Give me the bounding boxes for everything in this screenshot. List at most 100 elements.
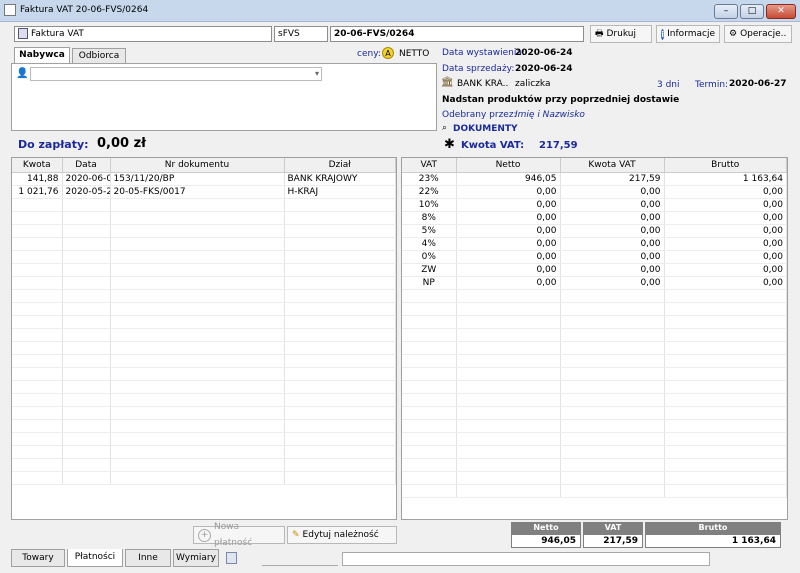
printer-icon: 🖶 xyxy=(595,29,604,39)
new-payment-label: Nowa płatność xyxy=(213,522,253,548)
vat-table[interactable]: VAT Netto Kwota VAT Brutto 23% 946,05 217,… xyxy=(401,157,788,520)
info-label: Informacje xyxy=(667,29,715,39)
tab-buyer[interactable]: Nabywca xyxy=(14,47,70,64)
table-row[interactable]: NP 0,00 0,00 0,00 xyxy=(402,276,787,290)
vat-gross: 0,00 xyxy=(664,237,787,251)
payment-docnum: 20-05-FKS/0017 xyxy=(110,185,285,199)
payment-docnum: 153/11/20/BP xyxy=(110,172,285,186)
vat-rate: 8% xyxy=(402,211,457,225)
vat-rate: 22% xyxy=(402,185,457,199)
tab-receiver[interactable]: Odbiorca xyxy=(72,48,126,64)
payments-col-dept[interactable]: Dział xyxy=(284,158,396,173)
table-row[interactable]: 23% 946,05 217,59 1 163,64 xyxy=(402,172,787,186)
status-field-2 xyxy=(342,552,710,566)
received-by-label: Odebrany przez: xyxy=(442,110,517,120)
tab-products[interactable]: Towary xyxy=(11,549,65,567)
table-row[interactable]: 141,88 2020-06-01 153/11/20/BP BANK KRAJ… xyxy=(12,172,396,186)
binoculars-icon: ⌕ xyxy=(442,123,448,133)
series-field[interactable]: sFVS xyxy=(274,26,328,42)
payment-method[interactable]: zaliczka xyxy=(515,79,550,89)
edit-due-button[interactable]: ✎ Edytuj należność xyxy=(287,526,397,544)
payments-col-date[interactable]: Data xyxy=(62,158,111,173)
table-row[interactable]: 8% 0,00 0,00 0,00 xyxy=(402,211,787,225)
description-text[interactable]: Nadstan produktów przy poprzedniej dosta… xyxy=(442,95,679,105)
vat-rate: 23% xyxy=(402,172,457,186)
vat-rate: 5% xyxy=(402,224,457,238)
payment-date: 2020-06-01 xyxy=(62,172,111,186)
vat-amount: 0,00 xyxy=(560,263,665,277)
table-row[interactable]: 5% 0,00 0,00 0,00 xyxy=(402,224,787,238)
vat-net: 0,00 xyxy=(456,250,561,264)
vat-amount: 0,00 xyxy=(560,237,665,251)
documents-link[interactable]: DOKUMENTY xyxy=(453,124,518,134)
document-type-icon xyxy=(18,28,28,39)
vat-amount: 0,00 xyxy=(560,211,665,225)
minimize-button[interactable]: – xyxy=(714,4,738,19)
received-by-value[interactable]: Imię i Nazwisko xyxy=(515,110,585,120)
document-type-field[interactable]: Faktura VAT xyxy=(14,26,272,42)
sale-date-value[interactable]: 2020-06-24 xyxy=(515,64,573,74)
summary-vat-value: 217,59 xyxy=(583,534,643,548)
vat-col-gross[interactable]: Brutto xyxy=(664,158,787,173)
vat-header-row: VAT Netto Kwota VAT Brutto xyxy=(402,158,787,173)
to-pay-label: Do zapłaty: xyxy=(18,138,89,151)
vat-net: 0,00 xyxy=(456,211,561,225)
issue-date-value[interactable]: 2020-06-24 xyxy=(515,48,573,58)
table-row[interactable]: 22% 0,00 0,00 0,00 xyxy=(402,185,787,199)
tab-payments[interactable]: Płatności xyxy=(67,549,123,567)
payments-col-docnum[interactable]: Nr dokumentu xyxy=(110,158,285,173)
vat-amount: 0,00 xyxy=(560,250,665,264)
vat-rate: 10% xyxy=(402,198,457,212)
window-title-bar: Faktura VAT 20-06-FVS/0264 – □ ✕ xyxy=(0,0,800,22)
table-row[interactable]: 0% 0,00 0,00 0,00 xyxy=(402,250,787,264)
vat-amount-label: Kwota VAT: xyxy=(461,140,525,151)
bank-icon: 🏛 xyxy=(441,77,454,88)
calculator-icon[interactable] xyxy=(226,552,237,564)
table-row[interactable]: 10% 0,00 0,00 0,00 xyxy=(402,198,787,212)
operations-label: Operacje.. xyxy=(740,29,787,39)
vat-rate: 0% xyxy=(402,250,457,264)
close-button[interactable]: ✕ xyxy=(766,4,796,19)
payments-col-amount[interactable]: Kwota xyxy=(12,158,63,173)
vat-net: 946,05 xyxy=(456,172,561,186)
bank-value[interactable]: BANK KRA.. xyxy=(457,79,508,89)
buyer-select[interactable]: ▾ xyxy=(30,67,322,81)
vat-col-vat[interactable]: Kwota VAT xyxy=(560,158,665,173)
vat-amount: 0,00 xyxy=(560,185,665,199)
vat-net: 0,00 xyxy=(456,263,561,277)
payment-amount: 141,88 xyxy=(12,172,63,186)
table-row[interactable]: 1 021,76 2020-05-25 20-05-FKS/0017 H-KRA… xyxy=(12,185,396,199)
summary-vat-label: VAT xyxy=(583,522,643,534)
payments-table[interactable]: Kwota Data Nr dokumentu Dział 141,88 202… xyxy=(11,157,397,520)
term-value[interactable]: 2020-06-27 xyxy=(729,79,787,89)
vat-rate: NP xyxy=(402,276,457,290)
vat-net: 0,00 xyxy=(456,237,561,251)
operations-button[interactable]: ⚙ Operacje.. xyxy=(724,25,792,43)
sale-date-label: Data sprzedaży: xyxy=(442,64,515,74)
table-row[interactable]: ZW 0,00 0,00 0,00 xyxy=(402,263,787,277)
prices-badge: A xyxy=(382,47,394,59)
payment-days[interactable]: 3 dni xyxy=(657,80,680,90)
vat-rate: 4% xyxy=(402,237,457,251)
gear-icon: ⚙ xyxy=(729,29,738,39)
tab-other[interactable]: Inne xyxy=(125,549,171,567)
chevron-down-icon: ▾ xyxy=(314,69,319,78)
document-type-value: Faktura VAT xyxy=(31,29,84,39)
print-button[interactable]: 🖶 Drukuj xyxy=(590,25,652,43)
new-payment-button[interactable]: + Nowa płatność xyxy=(193,522,285,548)
info-button[interactable]: i Informacje xyxy=(656,25,720,43)
tab-dimensions[interactable]: Wymiary xyxy=(173,549,219,567)
vat-net: 0,00 xyxy=(456,276,561,290)
payment-date: 2020-05-25 xyxy=(62,185,111,199)
person-icon: 👤 xyxy=(16,68,29,79)
maximize-button[interactable]: □ xyxy=(740,4,764,19)
to-pay-value: 0,00 zł xyxy=(97,136,146,151)
vat-gross: 0,00 xyxy=(664,250,787,264)
plus-circle-icon: + xyxy=(198,528,211,542)
table-row[interactable]: 4% 0,00 0,00 0,00 xyxy=(402,237,787,251)
document-number-field[interactable]: 20-06-FVS/0264 xyxy=(330,26,584,42)
vat-col-net[interactable]: Netto xyxy=(456,158,561,173)
vat-col-rate[interactable]: VAT xyxy=(402,158,457,173)
buyer-panel: 👤 ▾ xyxy=(11,63,437,131)
vat-rate: ZW xyxy=(402,263,457,277)
